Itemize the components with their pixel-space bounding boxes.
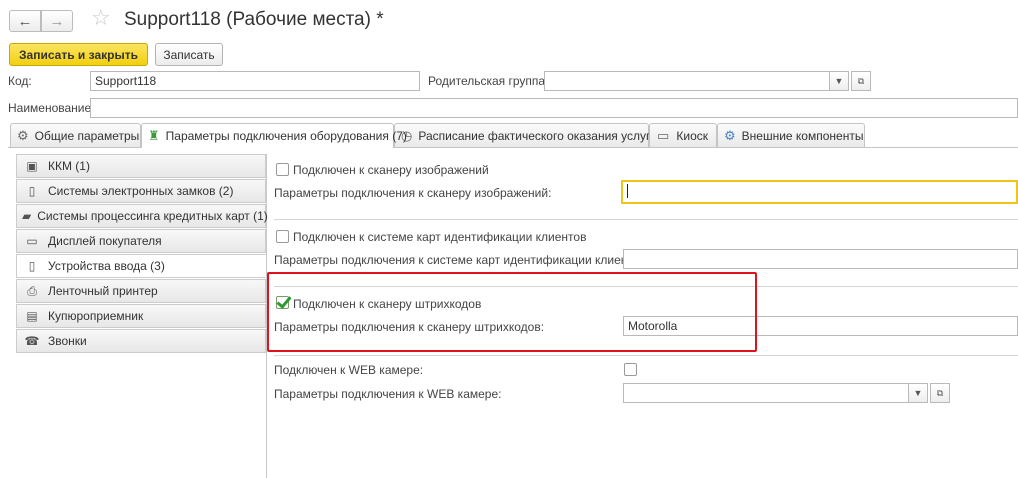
parent-group-open-button[interactable]: ⧉: [851, 71, 871, 91]
component-icon: ⚙: [724, 127, 736, 143]
cashier-icon: ♜: [148, 128, 160, 143]
list-item-calls[interactable]: ☎ Звонки: [16, 329, 266, 353]
gear-icon: ⚙: [17, 127, 29, 143]
input-device-icon: ▯: [28, 259, 36, 273]
parent-group-label: Родительская группа:: [428, 74, 549, 88]
client-cards-params-field[interactable]: [623, 249, 1018, 269]
tab-general[interactable]: ⚙ Общие параметры: [10, 123, 141, 147]
monitor-icon: ▭: [26, 234, 38, 248]
tab-label: Параметры подключения оборудования (7): [165, 129, 407, 143]
bill-acceptor-icon: ▤: [26, 309, 38, 323]
phone-icon: ☎: [24, 334, 40, 348]
list-item-bill-acceptor[interactable]: ▤ Купюроприемник: [16, 304, 266, 328]
client-cards-params-label: Параметры подключения к системе карт иде…: [274, 253, 650, 267]
tab-label: Киоск: [676, 128, 708, 143]
cash-register-icon: ▣: [26, 159, 38, 173]
list-item-customer-display[interactable]: ▭ Дисплей покупателя: [16, 229, 266, 253]
tab-label: Внешние компоненты: [741, 128, 864, 143]
tab-equipment[interactable]: ♜ Параметры подключения оборудования (7): [141, 123, 407, 148]
arrow-left-icon: ←: [17, 12, 33, 30]
parent-group-dropdown-button[interactable]: ▼: [829, 71, 849, 91]
list-item-kkm[interactable]: ▣ ККМ (1): [16, 154, 266, 178]
tab-kiosk[interactable]: ▭ Киоск: [649, 123, 717, 147]
printer-icon: ⎙: [27, 283, 37, 298]
open-window-icon: ⧉: [936, 387, 944, 398]
page-title: Support118 (Рабочие места) *: [124, 9, 384, 30]
list-item-credit-cards[interactable]: ▰ Системы процессинга кредитных карт (1): [16, 204, 268, 228]
name-field[interactable]: [90, 98, 1018, 118]
web-camera-params-field[interactable]: [623, 383, 909, 403]
code-label: Код:: [8, 74, 32, 88]
section-separator: [274, 355, 1018, 356]
tab-label: Расписание фактического оказания услуг: [418, 128, 651, 143]
tab-label: Общие параметры: [34, 128, 140, 143]
chevron-down-icon: ▼: [834, 76, 844, 86]
client-cards-checkbox-label: Подключен к системе карт идентификации к…: [293, 230, 587, 244]
arrow-right-icon: →: [49, 12, 65, 30]
web-camera-open-button[interactable]: ⧉: [930, 383, 950, 403]
client-cards-checkbox[interactable]: [276, 230, 289, 243]
tab-schedule[interactable]: ◷ Расписание фактического оказания услуг: [394, 123, 651, 147]
kiosk-icon: ▭: [657, 127, 670, 143]
list-item-printer[interactable]: ⎙ Ленточный принтер: [16, 279, 266, 303]
credit-card-icon: ▰: [22, 209, 32, 223]
list-item-input-devices[interactable]: ▯ Устройства ввода (3): [16, 254, 266, 278]
chevron-down-icon: ▼: [913, 388, 923, 398]
scanner-images-params-label: Параметры подключения к сканеру изображе…: [274, 186, 552, 200]
web-camera-checkbox[interactable]: [624, 363, 637, 376]
section-separator: [274, 219, 1018, 220]
back-button[interactable]: ←: [9, 10, 41, 32]
parent-group-field[interactable]: [544, 71, 830, 91]
save-and-close-button[interactable]: Записать и закрыть: [9, 43, 148, 66]
save-button[interactable]: Записать: [155, 43, 223, 66]
scanner-images-params-field[interactable]: [621, 180, 1018, 204]
lock-card-icon: ▯: [28, 184, 36, 198]
text-cursor: [627, 184, 628, 198]
web-camera-dropdown-button[interactable]: ▼: [908, 383, 928, 403]
list-item-locks[interactable]: ▯ Системы электронных замков (2): [16, 179, 266, 203]
highlight-box: [267, 272, 757, 352]
scanner-images-checkbox-label: Подключен к сканеру изображений: [293, 163, 489, 177]
star-icon[interactable]: ☆: [91, 7, 111, 29]
web-camera-params-label: Параметры подключения к WEB камере:: [274, 387, 502, 401]
tab-external-components[interactable]: ⚙ Внешние компоненты: [717, 123, 865, 147]
open-window-icon: ⧉: [857, 75, 865, 86]
name-label: Наименование:: [8, 101, 95, 115]
scanner-images-checkbox[interactable]: [276, 163, 289, 176]
web-camera-checkbox-label: Подключен к WEB камере:: [274, 363, 424, 377]
code-field[interactable]: Support118: [90, 71, 420, 91]
forward-button[interactable]: →: [41, 10, 73, 32]
